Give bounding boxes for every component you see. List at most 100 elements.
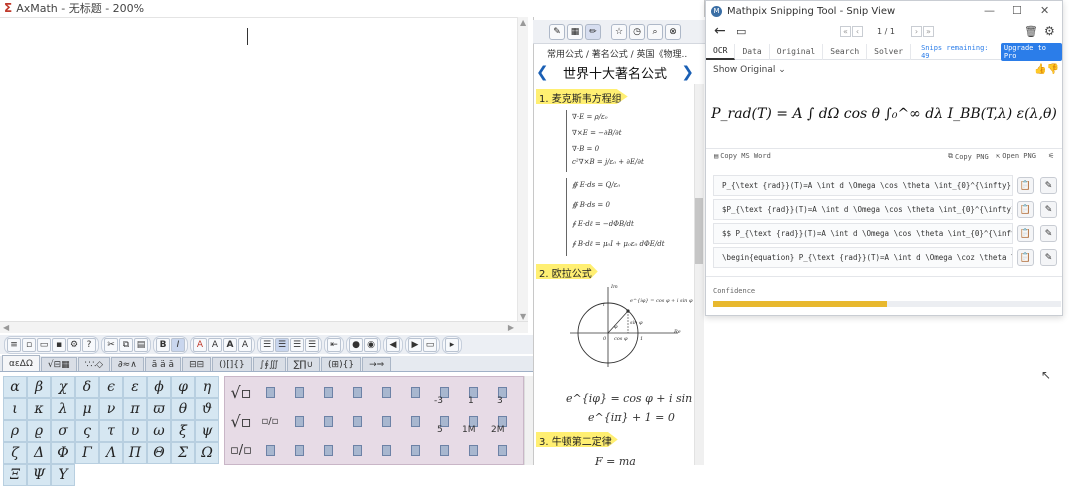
- align-center-icon[interactable]: ☰: [275, 337, 289, 352]
- copy-png-button[interactable]: ⧉ Copy PNG: [948, 152, 989, 161]
- style-a4-button[interactable]: A: [238, 337, 252, 352]
- tab-sums[interactable]: ∑∏∪: [286, 357, 321, 371]
- sqrt-template[interactable]: √▫: [227, 379, 255, 405]
- tab-brackets[interactable]: ()[]{}: [212, 357, 252, 371]
- tab-greek[interactable]: αεΔΩ: [2, 355, 40, 371]
- copy-ms-word-button[interactable]: ▤ Copy MS Word: [714, 152, 771, 160]
- bottom-template-9[interactable]: [488, 437, 516, 463]
- result-latex-inline[interactable]: P_{\text {rad}}(T)=A \int d \Omega \cos …: [713, 175, 1013, 196]
- superscript-template[interactable]: [343, 379, 371, 405]
- slash-fraction-template[interactable]: ▫/▫: [256, 408, 284, 434]
- settings-icon[interactable]: ⚙: [67, 337, 81, 352]
- save-icon[interactable]: ▪: [52, 337, 66, 352]
- history-icon[interactable]: ◷: [629, 23, 645, 40]
- formula-editor-canvas[interactable]: [0, 17, 528, 322]
- greek-symbol-key[interactable]: Ψ: [27, 464, 51, 486]
- paste-icon[interactable]: ▤: [134, 337, 148, 352]
- tab-original[interactable]: Original: [770, 43, 824, 60]
- align-left-icon[interactable]: ☰: [260, 337, 274, 352]
- open-png-button[interactable]: ⇱ Open PNG: [996, 152, 1036, 160]
- greek-symbol-key[interactable]: τ: [99, 420, 123, 442]
- greek-symbol-key[interactable]: ε: [123, 376, 147, 398]
- tab-search[interactable]: Search: [823, 43, 868, 60]
- greek-symbol-key[interactable]: Φ: [51, 442, 75, 464]
- greek-symbol-key[interactable]: ς: [75, 420, 99, 442]
- stacked-fraction-template[interactable]: [285, 379, 313, 405]
- star-icon[interactable]: ☆: [611, 23, 627, 40]
- spacing-icon[interactable]: ⇤: [327, 337, 341, 352]
- style-a3-button[interactable]: A: [223, 337, 237, 352]
- tab-data[interactable]: Data: [735, 43, 770, 60]
- menu-icon[interactable]: ≡: [7, 337, 21, 352]
- bold-button[interactable]: B: [156, 337, 170, 352]
- clipboard-icon[interactable]: 📋: [1017, 177, 1034, 194]
- bottom-template-1[interactable]: [256, 437, 284, 463]
- color-palette-icon[interactable]: ●: [349, 337, 363, 352]
- edit-icon[interactable]: ✎: [1040, 201, 1057, 218]
- last-page-icon[interactable]: »: [923, 26, 934, 37]
- help-icon[interactable]: ?: [82, 337, 96, 352]
- greek-symbol-key[interactable]: φ: [171, 376, 195, 398]
- tab-logic[interactable]: ∵∴◇: [77, 357, 110, 371]
- tab-ocr[interactable]: OCR: [706, 43, 736, 60]
- bottom-template-2[interactable]: [285, 437, 313, 463]
- section-newton[interactable]: 3. 牛顿第二定律: [536, 432, 618, 447]
- greek-symbol-key[interactable]: χ: [51, 376, 75, 398]
- tab-accents[interactable]: ã ä ā: [144, 357, 182, 371]
- minimize-icon[interactable]: —: [984, 4, 995, 17]
- greek-symbol-key[interactable]: Σ: [171, 442, 195, 464]
- result-latex-equation[interactable]: \begin{equation} P_{\text {rad}}(T)=A \i…: [713, 247, 1013, 268]
- edit-icon[interactable]: ✎: [1040, 225, 1057, 242]
- root-template[interactable]: √▫: [227, 408, 255, 434]
- editor-vertical-scrollbar[interactable]: ▲ ▼: [517, 17, 528, 322]
- greek-symbol-key[interactable]: ι: [3, 398, 27, 420]
- editor-horizontal-scrollbar[interactable]: ◀ ▶: [0, 321, 528, 333]
- new-file-icon[interactable]: ▫: [22, 337, 36, 352]
- scroll-left-icon[interactable]: ◀: [3, 323, 9, 332]
- greek-symbol-key[interactable]: β: [27, 376, 51, 398]
- cut-icon[interactable]: ✂: [104, 337, 118, 352]
- library-scroll-thumb[interactable]: [695, 198, 703, 264]
- tab-relations[interactable]: ∂≈∧: [111, 357, 144, 371]
- edit-icon[interactable]: ✎: [1040, 249, 1057, 266]
- expand-icon[interactable]: ▸: [445, 337, 459, 352]
- prev-page-icon[interactable]: ‹: [852, 26, 863, 37]
- section-euler[interactable]: 2. 欧拉公式: [536, 264, 598, 279]
- diagonal-fraction-template[interactable]: ▫/▫: [227, 437, 255, 463]
- search-icon[interactable]: ⌕: [647, 23, 663, 40]
- maximize-icon[interactable]: ☐: [1012, 4, 1022, 17]
- library-breadcrumb[interactable]: 常用公式 / 著名公式 / 英国《物理...: [547, 47, 687, 61]
- next-page-icon[interactable]: ›: [911, 26, 922, 37]
- clipboard-icon[interactable]: 📋: [1017, 249, 1034, 266]
- greek-symbol-key[interactable]: ϵ: [99, 376, 123, 398]
- tab-radicals[interactable]: √⊟▦: [40, 357, 77, 371]
- bottom-template-5[interactable]: [372, 437, 400, 463]
- result-latex-display[interactable]: $$ P_{\text {rad}}(T)=A \int d \Omega \c…: [713, 223, 1013, 244]
- greek-symbol-key[interactable]: θ: [171, 398, 195, 420]
- upgrade-button[interactable]: Upgrade to Pro: [1000, 42, 1062, 61]
- tab-integrals[interactable]: ∫∮∭: [252, 357, 286, 371]
- tab-fractions[interactable]: ⊟⊟: [182, 357, 212, 371]
- greek-symbol-key[interactable]: ϑ: [195, 398, 219, 420]
- clipboard-icon[interactable]: 📋: [1017, 225, 1034, 242]
- back-arrow-icon[interactable]: ←: [714, 23, 726, 39]
- greek-symbol-key[interactable]: ϱ: [27, 420, 51, 442]
- bottom-template-6[interactable]: [401, 437, 429, 463]
- limit-template[interactable]: [343, 408, 371, 434]
- greek-symbol-key[interactable]: ζ: [3, 442, 27, 464]
- index-template[interactable]: [314, 408, 342, 434]
- greek-symbol-key[interactable]: Ξ: [3, 464, 27, 486]
- greek-symbol-key[interactable]: δ: [75, 376, 99, 398]
- bottom-template-7[interactable]: [430, 437, 458, 463]
- fraction-template[interactable]: [256, 379, 284, 405]
- clipboard-icon[interactable]: 📋: [1017, 201, 1034, 218]
- grid-icon[interactable]: ▦: [567, 23, 583, 40]
- scroll-down-icon[interactable]: ▼: [520, 312, 526, 321]
- close-icon[interactable]: ✕: [1040, 4, 1049, 17]
- align-right-icon[interactable]: ☰: [290, 337, 304, 352]
- greek-symbol-key[interactable]: η: [195, 376, 219, 398]
- fill-color-icon[interactable]: ◉: [364, 337, 378, 352]
- italic-button[interactable]: I: [171, 337, 185, 352]
- greek-symbol-key[interactable]: α: [3, 376, 27, 398]
- snip-monitor-icon[interactable]: ▭: [736, 25, 746, 38]
